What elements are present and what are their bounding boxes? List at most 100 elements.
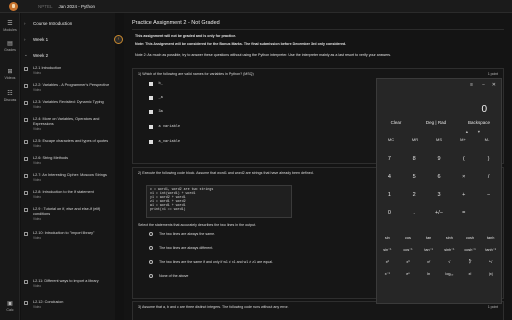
backspace-button[interactable]: Backspace (461, 117, 497, 129)
minimize-icon[interactable]: − (482, 82, 485, 88)
calc-key[interactable]: ∛ (460, 257, 481, 267)
option-checkbox[interactable]: a_variable (149, 140, 180, 144)
collapse-sidebar-button[interactable]: ‹ (114, 35, 123, 44)
clear-button[interactable]: Clear (381, 117, 411, 129)
memory-recall-button[interactable]: MR (403, 135, 427, 145)
calc-key[interactable]: eˣ (398, 269, 419, 279)
checkbox[interactable] (149, 82, 153, 86)
calc-key[interactable]: = (451, 205, 476, 222)
calc-key[interactable]: sinh (439, 233, 460, 243)
calc-key[interactable]: 8 (402, 151, 427, 168)
calc-key[interactable]: 0 (377, 205, 402, 222)
checkbox[interactable] (149, 140, 153, 144)
calc-key[interactable]: |x| (480, 269, 501, 279)
checkbox[interactable] (149, 125, 153, 129)
calc-key[interactable]: sin (377, 233, 398, 243)
option-checkbox[interactable]: 3a (149, 110, 163, 114)
question-points: 1 point (487, 305, 498, 309)
rail-item-calc[interactable]: ▣ Calc (0, 301, 20, 312)
option-radio[interactable]: None of the above (149, 274, 188, 278)
rail-item-grades[interactable]: ▤ Grades (0, 41, 20, 52)
menu-icon[interactable]: ≡ (470, 82, 473, 88)
calc-key[interactable]: 2 (402, 187, 427, 204)
calc-key[interactable]: ) (476, 151, 501, 168)
question-text: 1) Which of the following are valid name… (138, 72, 254, 76)
page-title: Practice Assignment 2 - Not Graded (132, 20, 220, 26)
calc-key[interactable]: 7 (377, 151, 402, 168)
calc-key[interactable]: 9 (427, 151, 452, 168)
calc-key[interactable]: x! (460, 269, 481, 279)
sidebar-item-title: L2.2: Variables - A Programmer's Perspec… (33, 83, 110, 87)
memory-add-button[interactable]: M+ (451, 135, 475, 145)
sidebar-item-title: L2.9 : Tutorial on if, else and else-if … (33, 207, 101, 216)
calc-key[interactable]: x² (377, 257, 398, 267)
triangle-down-icon[interactable]: ▼ (477, 130, 481, 134)
note-practice: This assignment will not be graded and i… (135, 34, 237, 38)
calc-key[interactable]: 5 (402, 169, 427, 186)
calc-key[interactable]: cos (398, 233, 419, 243)
option-checkbox[interactable]: _a (149, 96, 163, 100)
sidebar-section-course-intro[interactable]: › Course Introduction (21, 19, 115, 27)
calc-key[interactable]: tanh (480, 233, 501, 243)
calc-key[interactable]: sin⁻¹ (377, 245, 398, 255)
rail-item-discuss[interactable]: ☷ Discuss (0, 91, 20, 102)
radio-button[interactable] (149, 246, 153, 250)
calc-key[interactable]: x⁻¹ (377, 269, 398, 279)
option-checkbox[interactable]: a variable (149, 125, 180, 129)
rail-label: Grades (4, 48, 16, 52)
sidebar-item-type: Video (33, 236, 42, 240)
calc-key[interactable]: . (402, 205, 427, 222)
calc-key[interactable]: 6 (427, 169, 452, 186)
memory-subtract-button[interactable]: M- (475, 135, 499, 145)
calc-key[interactable]: tanh⁻¹ (480, 245, 501, 255)
calc-key[interactable]: cosh (460, 233, 481, 243)
calc-key[interactable]: log₁₀ (439, 269, 460, 279)
calc-key[interactable]: cos⁻¹ (398, 245, 419, 255)
calc-key[interactable]: sinh⁻¹ (439, 245, 460, 255)
checkbox[interactable] (149, 110, 153, 114)
sidebar-section-week2[interactable]: ⌄ Week 2 (21, 51, 115, 59)
question-text: 2) Execute the following code block. Ass… (138, 171, 314, 175)
memory-clear-button[interactable]: MC (379, 135, 403, 145)
radio-button[interactable] (149, 232, 153, 236)
calc-key[interactable]: ⁿ√ (480, 257, 501, 267)
course-logo-icon[interactable] (9, 1, 18, 11)
calc-key[interactable]: 1 (377, 187, 402, 204)
video-icon (24, 174, 28, 178)
calc-key[interactable]: +/− (427, 205, 452, 222)
code-block: c = word1, word2 are two strings x1 = in… (146, 185, 292, 218)
calc-key[interactable]: + (451, 187, 476, 204)
sidebar-section-label: Week 1 (33, 36, 49, 42)
calc-key[interactable]: ( (451, 151, 476, 168)
sidebar-section-week1[interactable]: › Week 1 (21, 35, 115, 43)
calc-key[interactable]: √ (439, 257, 460, 267)
calc-key[interactable]: 3 (427, 187, 452, 204)
calc-key[interactable]: x³ (398, 257, 419, 267)
radio-button[interactable] (149, 274, 153, 278)
calc-key[interactable]: ln (418, 269, 439, 279)
calc-key[interactable]: tan (418, 233, 439, 243)
option-radio[interactable]: The two lines are always different. (149, 246, 213, 250)
option-radio[interactable]: The two lines are always the same. (149, 232, 215, 236)
option-checkbox[interactable]: b_ (149, 82, 163, 86)
calc-key[interactable]: tan⁻¹ (418, 245, 439, 255)
calc-key[interactable]: − (476, 187, 501, 204)
sidebar-section-label: Course Introduction (33, 20, 73, 26)
rail-label: Calc (6, 308, 14, 312)
calc-key[interactable]: 4 (377, 169, 402, 186)
rail-item-modules[interactable]: ☰ Modules (0, 21, 20, 32)
calc-key[interactable]: cosh⁻¹ (460, 245, 481, 255)
checkbox[interactable] (149, 96, 153, 100)
memory-store-button[interactable]: MS (427, 135, 451, 145)
calc-key[interactable]: xʸ (418, 257, 439, 267)
calc-key[interactable]: × (451, 169, 476, 186)
video-icon (24, 84, 28, 88)
option-label: a_variable (158, 140, 181, 144)
triangle-up-icon[interactable]: ▲ (465, 130, 469, 134)
option-radio[interactable]: The two lines are the same if and only i… (149, 260, 273, 264)
deg-rad-toggle[interactable]: Deg | Rad (421, 117, 451, 129)
rail-item-videos[interactable]: ⊞ Videos (0, 69, 20, 80)
close-icon[interactable]: ✕ (492, 82, 496, 88)
radio-button[interactable] (149, 260, 153, 264)
calc-key[interactable]: / (476, 169, 501, 186)
